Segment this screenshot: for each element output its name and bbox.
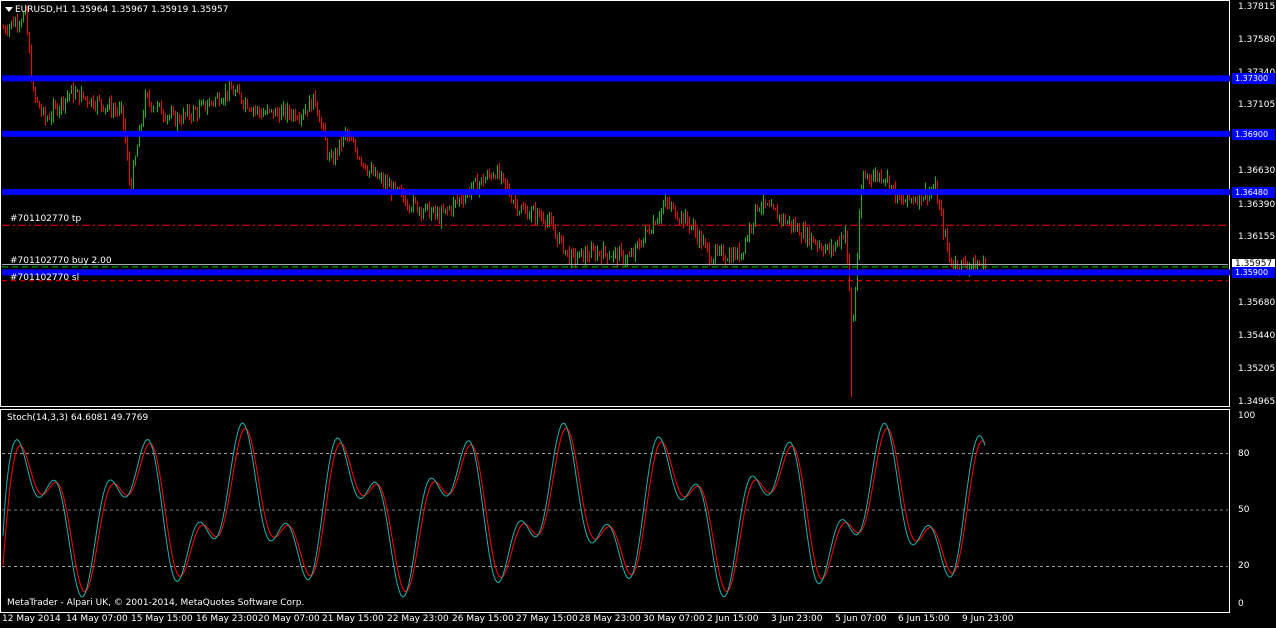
price-tick-label: 1.37815 <box>1238 2 1276 12</box>
horizontal-line[interactable] <box>2 75 1230 82</box>
order-sl-label[interactable]: #701102770 sl <box>10 273 79 283</box>
stoch-axis: 100 80 50 20 0 <box>1230 409 1276 613</box>
horizontal-line[interactable] <box>2 130 1230 137</box>
horizontal-line[interactable] <box>2 269 1230 276</box>
time-tick-label: 5 Jun 07:00 <box>835 614 887 624</box>
copyright-text: MetaTrader - Alpari UK, © 2001-2014, Met… <box>7 598 305 608</box>
time-axis: 12 May 2014 14 May 07:00 15 May 15:00 16 Ma… <box>0 613 1276 628</box>
time-tick-label: 15 May 15:00 <box>131 614 193 624</box>
time-tick-label: 9 Jun 23:00 <box>962 614 1014 624</box>
price-tick-label: 1.35205 <box>1238 363 1276 374</box>
time-tick-label: 28 May 23:00 <box>579 614 641 624</box>
time-tick-label: 3 Jun 23:00 <box>771 614 823 624</box>
time-tick-label: 2 Jun 15:00 <box>707 614 759 624</box>
time-tick-label: 30 May 07:00 <box>643 614 705 624</box>
price-tick-label: 1.36155 <box>1238 232 1276 243</box>
chart-header: EURUSD,H1 1.35964 1.35967 1.35919 1.3595… <box>5 5 228 15</box>
order-tp-label[interactable]: #701102770 tp <box>10 214 81 224</box>
time-tick-label: 14 May 07:00 <box>66 614 128 624</box>
price-chart[interactable] <box>0 0 1230 407</box>
time-tick-label: 21 May 15:00 <box>322 614 384 624</box>
price-axis: 1.378151.375801.373401.371051.368701.366… <box>1230 0 1276 407</box>
horizontal-line-price-label: 1.36480 <box>1232 187 1275 199</box>
horizontal-line-price-label: 1.35900 <box>1232 267 1275 279</box>
stoch-tick-label: 0 <box>1238 599 1244 609</box>
symbol-info: EURUSD,H1 1.35964 1.35967 1.35919 1.3595… <box>15 5 229 15</box>
time-tick-label: 12 May 2014 <box>2 614 61 624</box>
stochastic-chart[interactable] <box>0 409 1230 613</box>
price-tick-label: 1.34965 <box>1238 397 1276 407</box>
stoch-tick-label: 80 <box>1238 448 1250 459</box>
price-tick-label: 1.35440 <box>1238 331 1276 342</box>
stoch-tick-label: 50 <box>1238 505 1250 515</box>
price-tick-label: 1.36630 <box>1238 166 1276 177</box>
time-tick-label: 27 May 15:00 <box>516 614 578 624</box>
horizontal-line-price-label: 1.37300 <box>1232 73 1275 85</box>
time-tick-label: 6 Jun 15:00 <box>898 614 950 624</box>
time-tick-label: 20 May 07:00 <box>258 614 320 624</box>
stoch-header: Stoch(14,3,3) 64.6081 49.7769 <box>7 413 149 423</box>
triangle-down-icon[interactable] <box>5 7 13 12</box>
time-tick-label: 16 May 23:00 <box>196 614 258 624</box>
price-tick-label: 1.37105 <box>1238 100 1276 111</box>
price-tick-label: 1.35680 <box>1238 297 1276 308</box>
price-tick-label: 1.37580 <box>1238 34 1276 45</box>
stoch-tick-label: 100 <box>1238 411 1256 421</box>
price-tick-label: 1.36390 <box>1238 199 1276 210</box>
horizontal-line[interactable] <box>2 189 1230 196</box>
time-tick-label: 22 May 23:00 <box>387 614 449 624</box>
stoch-tick-label: 20 <box>1238 561 1250 572</box>
horizontal-line-price-label: 1.36900 <box>1232 128 1275 140</box>
time-tick-label: 26 May 15:00 <box>452 614 514 624</box>
order-buy-label[interactable]: #701102770 buy 2.00 <box>10 256 112 266</box>
